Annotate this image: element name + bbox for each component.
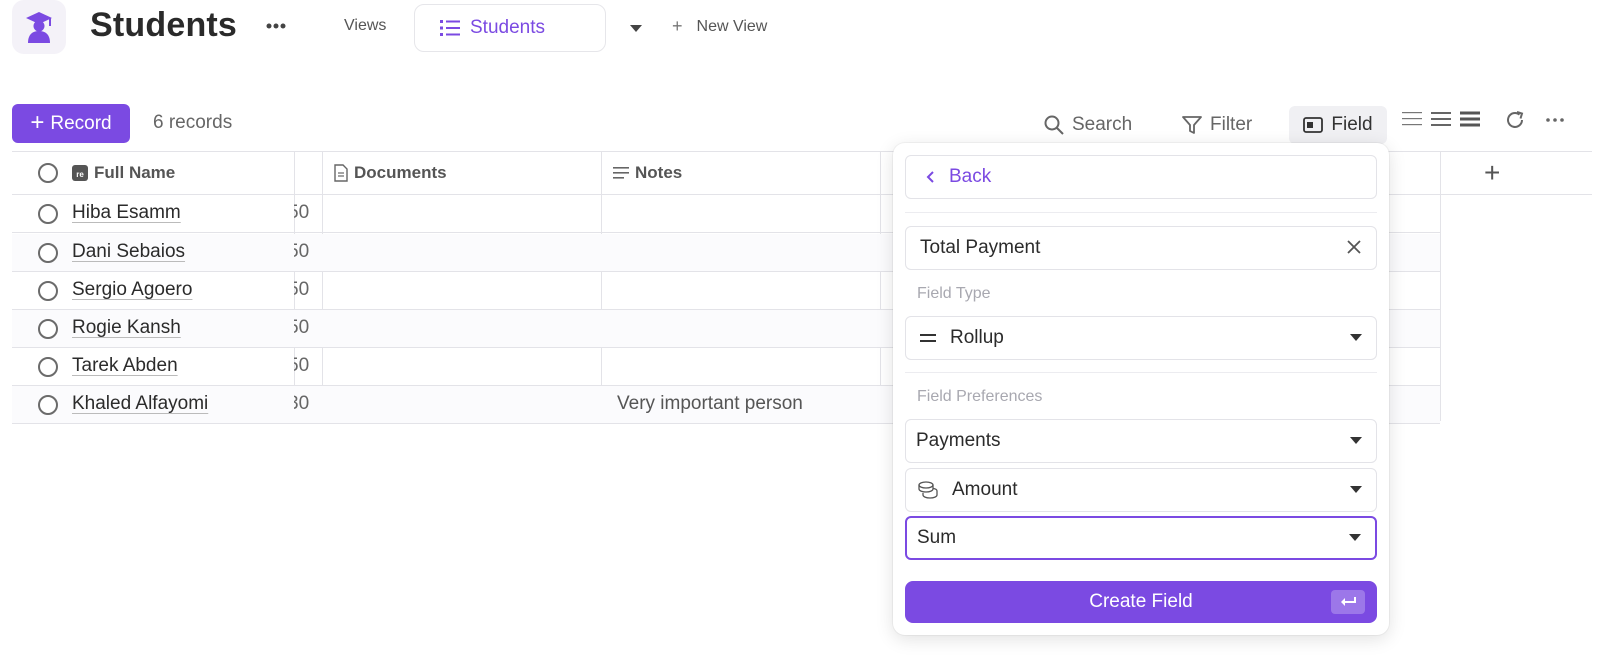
filter-icon	[1182, 116, 1202, 134]
field-type-select[interactable]: Rollup	[905, 316, 1377, 360]
record-count: 6 records	[153, 112, 233, 133]
density-tall-icon	[1460, 111, 1480, 127]
document-icon	[334, 164, 348, 182]
select-all-checkbox[interactable]	[38, 163, 58, 183]
row-clipped-value: 50	[294, 317, 310, 338]
views-label[interactable]: Views	[344, 17, 386, 35]
row-full-name[interactable]: Hiba Esamm	[72, 202, 181, 224]
primary-field-icon: re	[72, 165, 88, 181]
field-name-value: Total Payment	[920, 237, 1041, 258]
column-header-full-name[interactable]: re Full Name	[72, 151, 175, 195]
field-type-value: Rollup	[950, 327, 1004, 348]
chevron-down-icon	[1349, 534, 1361, 541]
chevron-left-icon	[926, 171, 934, 183]
back-label: Back	[949, 166, 992, 187]
row-checkbox[interactable]	[38, 319, 58, 339]
column-header-notes[interactable]: Notes	[613, 151, 682, 195]
row-full-name[interactable]: Khaled Alfayomi	[72, 393, 208, 415]
row-checkbox[interactable]	[38, 243, 58, 263]
row-density-group	[1402, 110, 1480, 128]
aggregation-select[interactable]: Sum	[905, 516, 1377, 560]
chevron-down-icon	[1350, 334, 1362, 341]
field-button[interactable]: Field	[1289, 106, 1387, 144]
row-checkbox[interactable]	[38, 281, 58, 301]
search-button[interactable]: Search	[1044, 106, 1132, 144]
linked-table-select[interactable]: Payments	[905, 419, 1377, 463]
search-icon	[1044, 115, 1064, 135]
add-column-plus-icon[interactable]: +	[1484, 151, 1500, 195]
refresh-icon[interactable]	[1505, 110, 1525, 130]
row-clipped-value: 50	[294, 241, 310, 262]
tab-label: Students	[470, 17, 545, 38]
text-lines-icon	[613, 167, 629, 179]
add-field-popover: Back Total Payment Field Type Rollup Fie…	[893, 143, 1389, 635]
field-label: Field	[1331, 114, 1373, 135]
column-header-documents[interactable]: Documents	[334, 151, 447, 195]
new-view-button[interactable]: + New View	[672, 16, 767, 37]
row-full-name[interactable]: Rogie Kansh	[72, 317, 181, 339]
row-clipped-value: 50	[294, 202, 310, 223]
clear-icon[interactable]	[1346, 239, 1362, 255]
row-checkbox[interactable]	[38, 357, 58, 377]
plus-icon: +	[672, 16, 683, 36]
field-type-label: Field Type	[917, 285, 991, 302]
density-medium-icon	[1431, 112, 1451, 126]
page-title: Students	[90, 6, 238, 44]
svg-text:re: re	[76, 170, 84, 179]
row-checkbox[interactable]	[38, 395, 58, 415]
rollup-field-select[interactable]: Amount	[905, 468, 1377, 512]
add-record-label: Record	[50, 112, 112, 134]
row-clipped-value: 50	[294, 355, 310, 376]
back-button[interactable]: Back	[905, 155, 1377, 199]
rollup-field-value: Amount	[952, 479, 1018, 500]
row-clipped-value: 30	[294, 393, 310, 414]
list-icon	[440, 20, 460, 36]
filter-label: Filter	[1210, 114, 1253, 135]
row-full-name[interactable]: Tarek Abden	[72, 355, 178, 377]
add-record-button[interactable]: + Record	[12, 104, 130, 143]
app-icon	[12, 0, 66, 54]
row-clipped-value: 50	[294, 279, 310, 300]
tab-students-view[interactable]: Students	[414, 4, 606, 52]
row-full-name[interactable]: Dani Sebaios	[72, 241, 185, 263]
create-field-label: Create Field	[1089, 591, 1193, 612]
search-label: Search	[1072, 114, 1133, 135]
field-preferences-label: Field Preferences	[917, 388, 1043, 405]
new-view-label: New View	[696, 17, 768, 35]
filter-button[interactable]: Filter	[1182, 106, 1252, 144]
plus-icon: +	[30, 108, 45, 136]
field-name-input[interactable]: Total Payment	[905, 226, 1377, 270]
field-icon	[1303, 117, 1324, 133]
density-compact-icon	[1402, 112, 1422, 126]
chevron-down-icon	[1350, 486, 1362, 493]
create-field-button[interactable]: Create Field	[905, 581, 1377, 623]
rollup-icon	[920, 334, 936, 342]
row-notes[interactable]: Very important person	[617, 393, 803, 415]
chevron-down-icon	[1350, 437, 1362, 444]
coins-icon	[918, 481, 938, 499]
aggregation-value: Sum	[917, 527, 957, 548]
toolbar-more-icon[interactable]	[1545, 110, 1565, 130]
linked-table-value: Payments	[916, 430, 1001, 451]
row-checkbox[interactable]	[38, 204, 58, 224]
graduation-cap-icon	[26, 12, 52, 43]
enter-key-icon	[1331, 590, 1365, 614]
more-options-icon[interactable]	[262, 12, 290, 40]
row-full-name[interactable]: Sergio Agoero	[72, 279, 192, 301]
chevron-down-icon[interactable]	[624, 16, 648, 40]
